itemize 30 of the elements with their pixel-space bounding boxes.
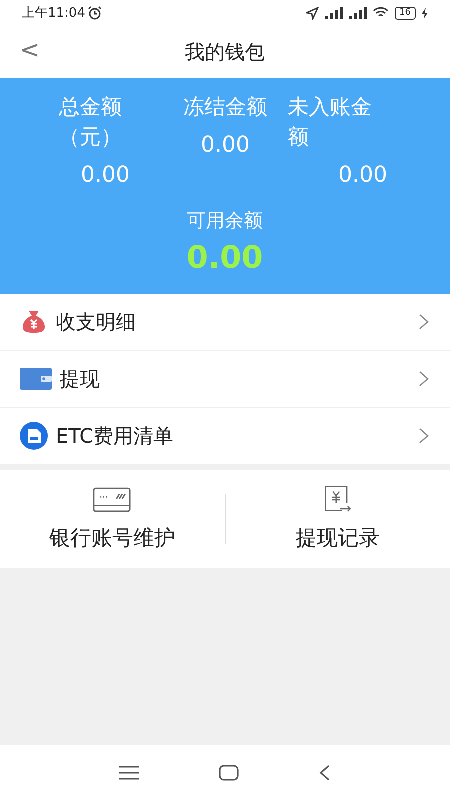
charging-icon xyxy=(422,8,428,18)
battery-level: 16 xyxy=(394,6,416,20)
chevron-icon xyxy=(418,427,430,445)
back-button[interactable]: < xyxy=(16,36,44,64)
home-icon[interactable] xyxy=(219,764,239,780)
back-icon[interactable] xyxy=(319,764,331,780)
available-label: 可用余额 xyxy=(187,209,263,234)
balance-value: 0.00 xyxy=(338,162,388,190)
bank-card-icon xyxy=(93,486,132,514)
shortcut-button[interactable]: 银行账号维护 xyxy=(0,486,224,552)
balance-label: 冻结金额 xyxy=(182,94,268,121)
balance-label: 未入账金额 xyxy=(288,94,373,151)
chevron-icon xyxy=(418,313,430,331)
balance-value: 0.00 xyxy=(201,132,250,160)
location-icon xyxy=(306,6,319,20)
balance-label: 总金额（元） xyxy=(58,94,123,151)
page-title: 我的钱包 xyxy=(185,38,265,66)
wallet-icon xyxy=(20,367,52,391)
wifi-icon xyxy=(372,7,389,19)
menu-icon[interactable] xyxy=(119,766,139,780)
shortcut-button[interactable]: 提现记录 xyxy=(226,486,450,552)
etc-card-icon xyxy=(20,422,48,450)
available-value: 0.00 xyxy=(186,240,264,276)
alarm-icon xyxy=(88,6,102,20)
signal-icon xyxy=(324,7,343,19)
signal-icon xyxy=(348,7,367,19)
money-bag-icon xyxy=(20,308,48,336)
balance-value: 0.00 xyxy=(81,162,130,190)
chevron-icon xyxy=(418,370,430,388)
status-time: 上午11:04 xyxy=(22,5,86,22)
